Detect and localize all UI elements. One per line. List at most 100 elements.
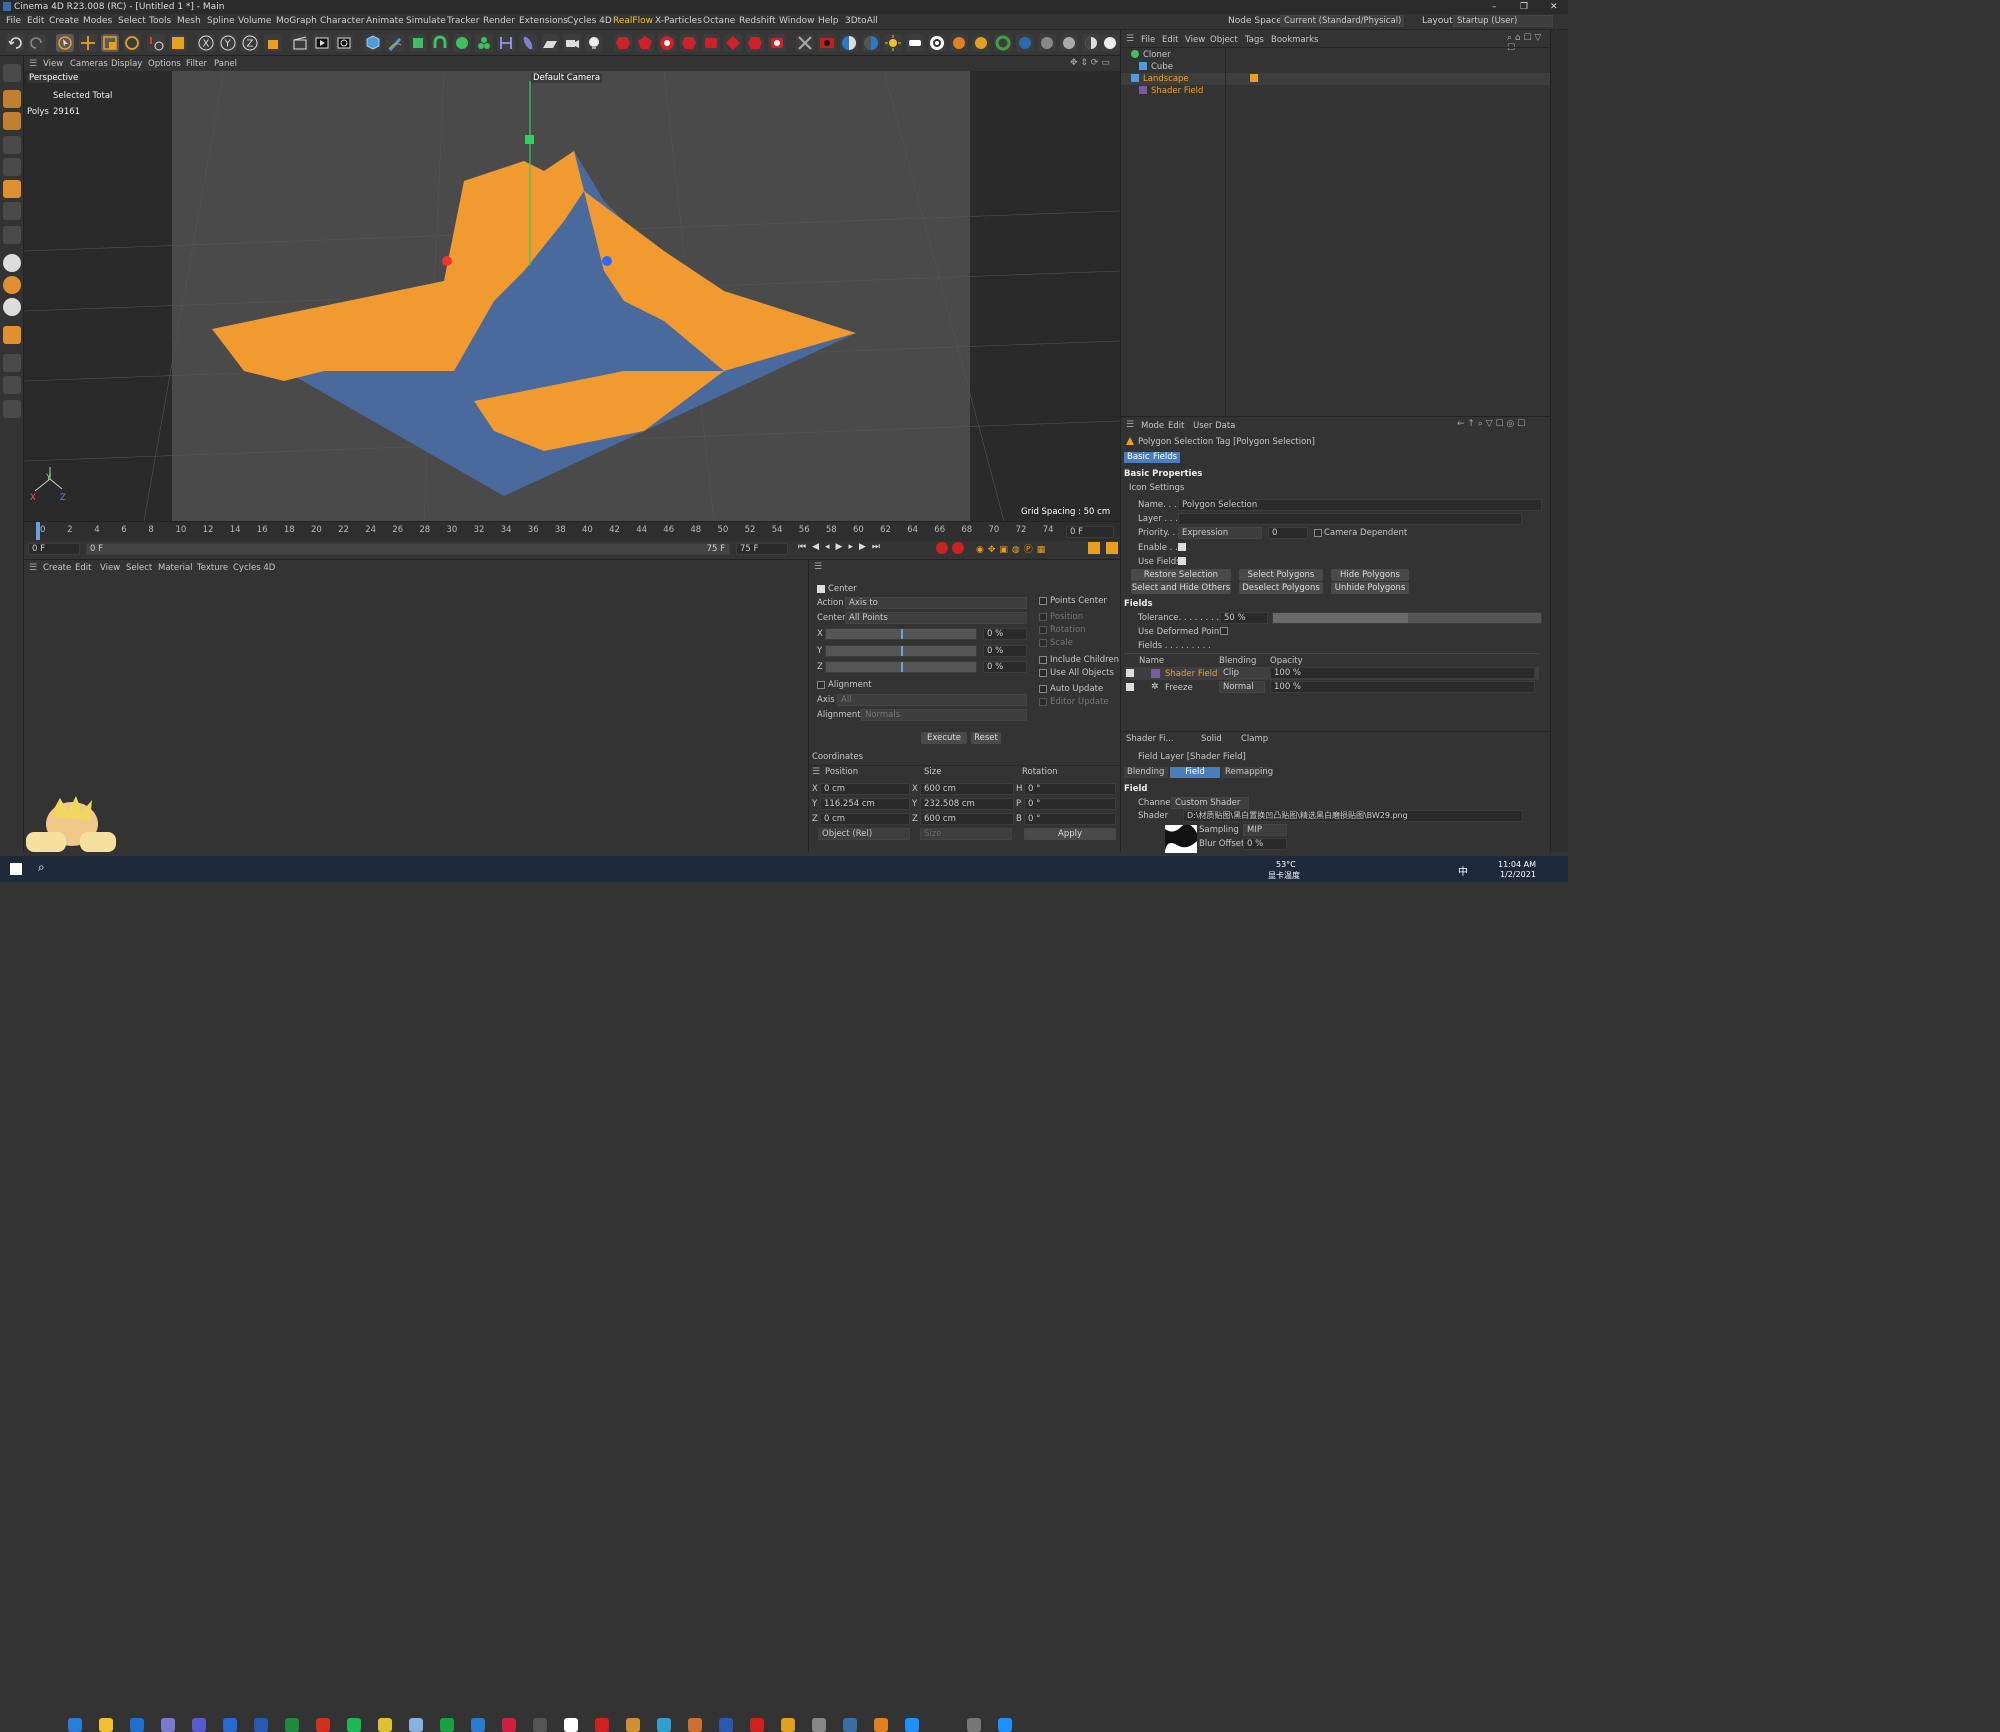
deselect-polygons-button[interactable]: Deselect Polygons xyxy=(1239,582,1323,594)
y-slider-handle[interactable] xyxy=(901,646,903,656)
tree-row-shader-field[interactable]: Shader Field xyxy=(1121,85,1551,97)
menu-item[interactable]: Redshift xyxy=(739,16,776,26)
menu-item[interactable]: Character xyxy=(320,16,364,26)
shader-path-field[interactable]: D:\材质贴图\黑白置换凹凸贴图\精选黑白磨损贴图\BW29.png xyxy=(1183,810,1523,822)
x-axis-lock-icon[interactable]: X xyxy=(197,34,215,52)
scale-icon[interactable] xyxy=(101,34,119,52)
position-x-field[interactable]: 0 cm xyxy=(820,783,910,795)
subdivision-icon[interactable] xyxy=(409,34,427,52)
field-row-freeze[interactable]: ✲ Freeze Normal 100 % xyxy=(1125,681,1539,694)
recent-tools-icon[interactable] xyxy=(147,34,165,52)
realflow-object-icon[interactable] xyxy=(746,34,764,52)
size-y-field[interactable]: 232.508 cm xyxy=(920,798,1014,810)
snap-icon[interactable] xyxy=(3,254,21,272)
execute-button[interactable]: Execute xyxy=(921,732,967,744)
z-value-field[interactable]: 0 % xyxy=(983,661,1027,673)
name-field[interactable]: Polygon Selection xyxy=(1178,499,1542,511)
search-icon[interactable]: ⌕ xyxy=(38,860,45,875)
tree-row-cloner[interactable]: Cloner xyxy=(1121,49,1551,61)
render-view-icon[interactable] xyxy=(313,34,331,52)
target-icon[interactable] xyxy=(928,34,946,52)
hide-polygons-button[interactable]: Hide Polygons xyxy=(1331,569,1409,581)
field-opacity-field[interactable]: 100 % xyxy=(1270,667,1535,679)
tolerance-field[interactable]: 50 % xyxy=(1220,612,1268,624)
scale-checkbox[interactable] xyxy=(1039,639,1047,647)
clock-time[interactable]: 11:04 AM xyxy=(1498,860,1536,869)
menu-item[interactable]: Window xyxy=(779,16,815,26)
menu-item[interactable]: Render xyxy=(483,16,515,26)
realflow-emitter-icon[interactable] xyxy=(614,34,632,52)
z-axis-handle-knob[interactable] xyxy=(602,256,612,266)
menu-item[interactable]: Cycles 4D xyxy=(567,16,612,26)
rotation-checkbox[interactable] xyxy=(1039,626,1047,634)
object-menu-item[interactable]: Tags xyxy=(1245,35,1264,45)
sphere-grey-icon[interactable] xyxy=(1038,34,1056,52)
coordinate-system-icon[interactable] xyxy=(264,34,282,52)
menu-item[interactable]: Help xyxy=(818,16,839,26)
y-slider[interactable] xyxy=(825,645,977,657)
coord-mode-select[interactable]: Object (Rel) xyxy=(818,828,910,840)
x-value-field[interactable]: 0 % xyxy=(983,628,1027,640)
range-slider[interactable]: 0 F 75 F xyxy=(86,543,730,555)
key-tracks-icons[interactable]: ◉✥▣◍Ⓟ▦ xyxy=(976,542,1049,555)
attr-nav-icons[interactable]: ← ↑ ⌕ ▽ ☐ ◎ ☐ xyxy=(1457,419,1525,429)
sphere-light-icon[interactable] xyxy=(1060,34,1078,52)
object-name[interactable]: Landscape xyxy=(1143,74,1189,84)
subtab-field[interactable]: Field xyxy=(1170,767,1220,778)
bend-icon[interactable] xyxy=(431,34,449,52)
menu-item[interactable]: Animate xyxy=(366,16,404,26)
field-blend-select[interactable]: Normal xyxy=(1219,681,1265,693)
taskbar-app-icon[interactable] xyxy=(533,1718,547,1732)
center-checkbox[interactable] xyxy=(817,585,825,593)
menu-item[interactable]: Tracker xyxy=(447,16,479,26)
z-slider[interactable] xyxy=(825,661,977,673)
realflow-fill-icon[interactable] xyxy=(680,34,698,52)
taskbar-app-icon[interactable] xyxy=(750,1718,764,1732)
camera-icon[interactable] xyxy=(563,34,581,52)
menu-item[interactable]: File xyxy=(6,16,21,26)
end-frame-field[interactable]: 75 F xyxy=(736,543,788,555)
object-menu-item[interactable]: View xyxy=(1185,35,1205,45)
scatter-icon[interactable] xyxy=(950,34,968,52)
pin-icon[interactable] xyxy=(519,34,537,52)
autokey-icon[interactable] xyxy=(952,542,964,554)
field-blend-select[interactable]: Clip xyxy=(1219,667,1265,679)
clapboard-icon[interactable] xyxy=(291,34,309,52)
make-editable-icon[interactable] xyxy=(3,64,21,82)
realflow-particle-icon[interactable] xyxy=(658,34,676,52)
tab-fields[interactable]: Fields xyxy=(1150,452,1181,463)
viewport-nav-icons[interactable]: ✥ ⇕ ⟳ ▭ xyxy=(1070,58,1110,68)
taskbar-app-icon[interactable] xyxy=(874,1718,888,1732)
timeline-icon[interactable] xyxy=(1088,542,1100,554)
sphere-white-icon[interactable] xyxy=(1101,34,1119,52)
unhide-polygons-button[interactable]: Unhide Polygons xyxy=(1331,582,1409,594)
menu-item[interactable]: Volume xyxy=(238,16,271,26)
hamburger-icon[interactable]: ☰ xyxy=(814,562,822,572)
taskbar-app-icon[interactable] xyxy=(843,1718,857,1732)
menu-item[interactable]: Mesh xyxy=(177,16,201,26)
close-icon[interactable]: ✕ xyxy=(1550,2,1558,12)
taskbar-app-icon[interactable] xyxy=(409,1718,423,1732)
axis-select[interactable]: All xyxy=(837,694,1027,706)
mograph-icon[interactable] xyxy=(475,34,493,52)
taskbar-app-icon[interactable] xyxy=(564,1718,578,1732)
taskbar-app-icon[interactable] xyxy=(936,1718,950,1732)
taskbar-app-icon[interactable] xyxy=(502,1718,516,1732)
transform-tool-icon[interactable] xyxy=(169,34,187,52)
x-slider[interactable] xyxy=(825,628,977,640)
realflow-cache-icon[interactable] xyxy=(768,34,786,52)
scatter-alt-icon[interactable] xyxy=(972,34,990,52)
menu-item[interactable]: Simulate xyxy=(406,16,446,26)
object-menu-item[interactable]: Object xyxy=(1210,35,1238,45)
realflow-daemon-icon[interactable] xyxy=(702,34,720,52)
hamburger-icon[interactable]: ☰ xyxy=(1126,420,1134,430)
minimize-icon[interactable]: – xyxy=(1492,2,1497,12)
taskbar-app-icon[interactable] xyxy=(285,1718,299,1732)
alignment-checkbox[interactable] xyxy=(817,681,825,689)
points-mode-icon[interactable] xyxy=(3,136,21,154)
size-mode-select[interactable]: Size xyxy=(920,828,1012,840)
floor-icon[interactable] xyxy=(541,34,559,52)
start-frame-field[interactable]: 0 F xyxy=(28,543,80,555)
sun-icon[interactable] xyxy=(884,34,902,52)
taskbar-app-icon[interactable] xyxy=(781,1718,795,1732)
